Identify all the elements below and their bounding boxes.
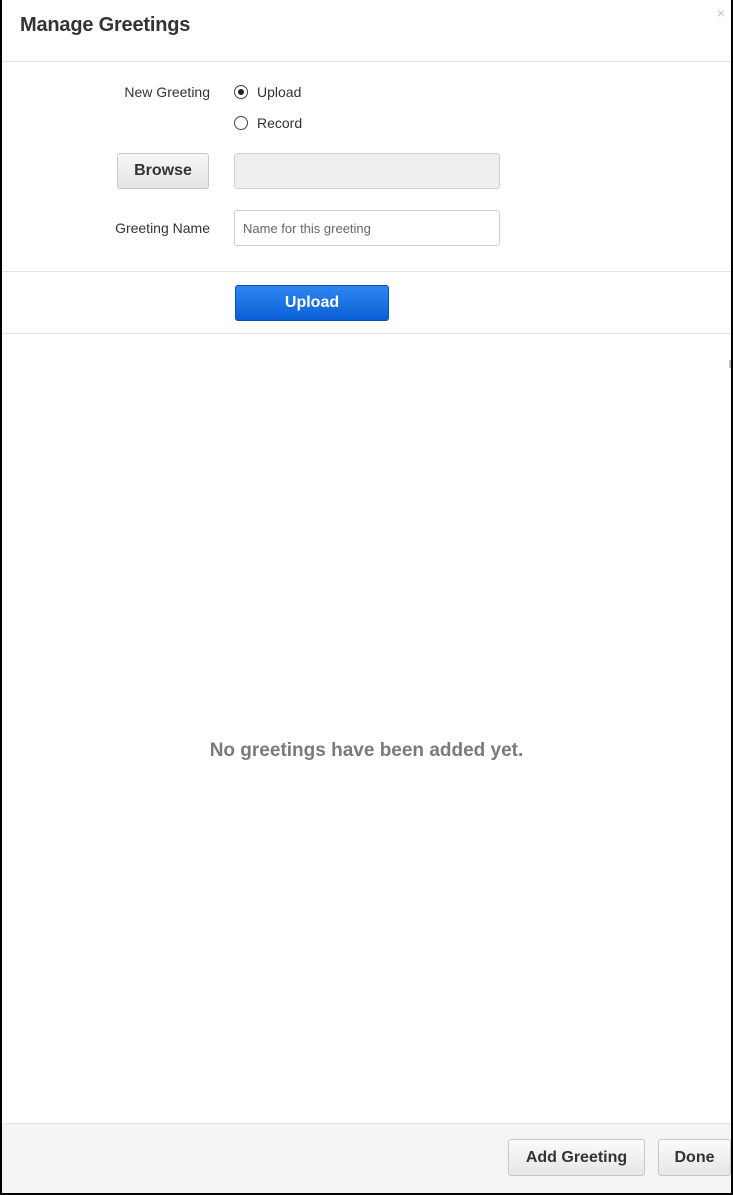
close-icon[interactable]: × [717, 6, 725, 20]
upload-button[interactable]: Upload [235, 285, 389, 321]
dialog-footer: Add Greeting Done [2, 1123, 731, 1193]
radio-option-record[interactable]: Record [234, 115, 302, 131]
browse-button[interactable]: Browse [117, 153, 209, 189]
radio-unselected-icon[interactable] [234, 116, 248, 130]
dialog-header: Manage Greetings × [2, 0, 731, 62]
radio-selected-icon[interactable] [234, 85, 248, 99]
file-path-field [234, 153, 500, 189]
add-greeting-button[interactable]: Add Greeting [508, 1139, 645, 1176]
radio-option-record-label: Record [257, 115, 303, 131]
empty-greetings-message: No greetings have been added yet. [209, 740, 524, 761]
radio-option-upload[interactable]: Upload [234, 84, 301, 100]
radio-option-upload-label: Upload [257, 84, 302, 100]
form-divider [2, 271, 731, 272]
greeting-name-label: Greeting Name [115, 220, 210, 236]
manage-greetings-dialog: Manage Greetings × New Greeting Upload R… [0, 0, 733, 1195]
greeting-name-input[interactable] [234, 210, 500, 246]
list-divider [2, 333, 731, 334]
done-button[interactable]: Done [658, 1139, 731, 1176]
dialog-title: Manage Greetings [20, 14, 191, 36]
new-greeting-label: New Greeting [124, 84, 210, 100]
scrollbar-edge [729, 360, 731, 368]
